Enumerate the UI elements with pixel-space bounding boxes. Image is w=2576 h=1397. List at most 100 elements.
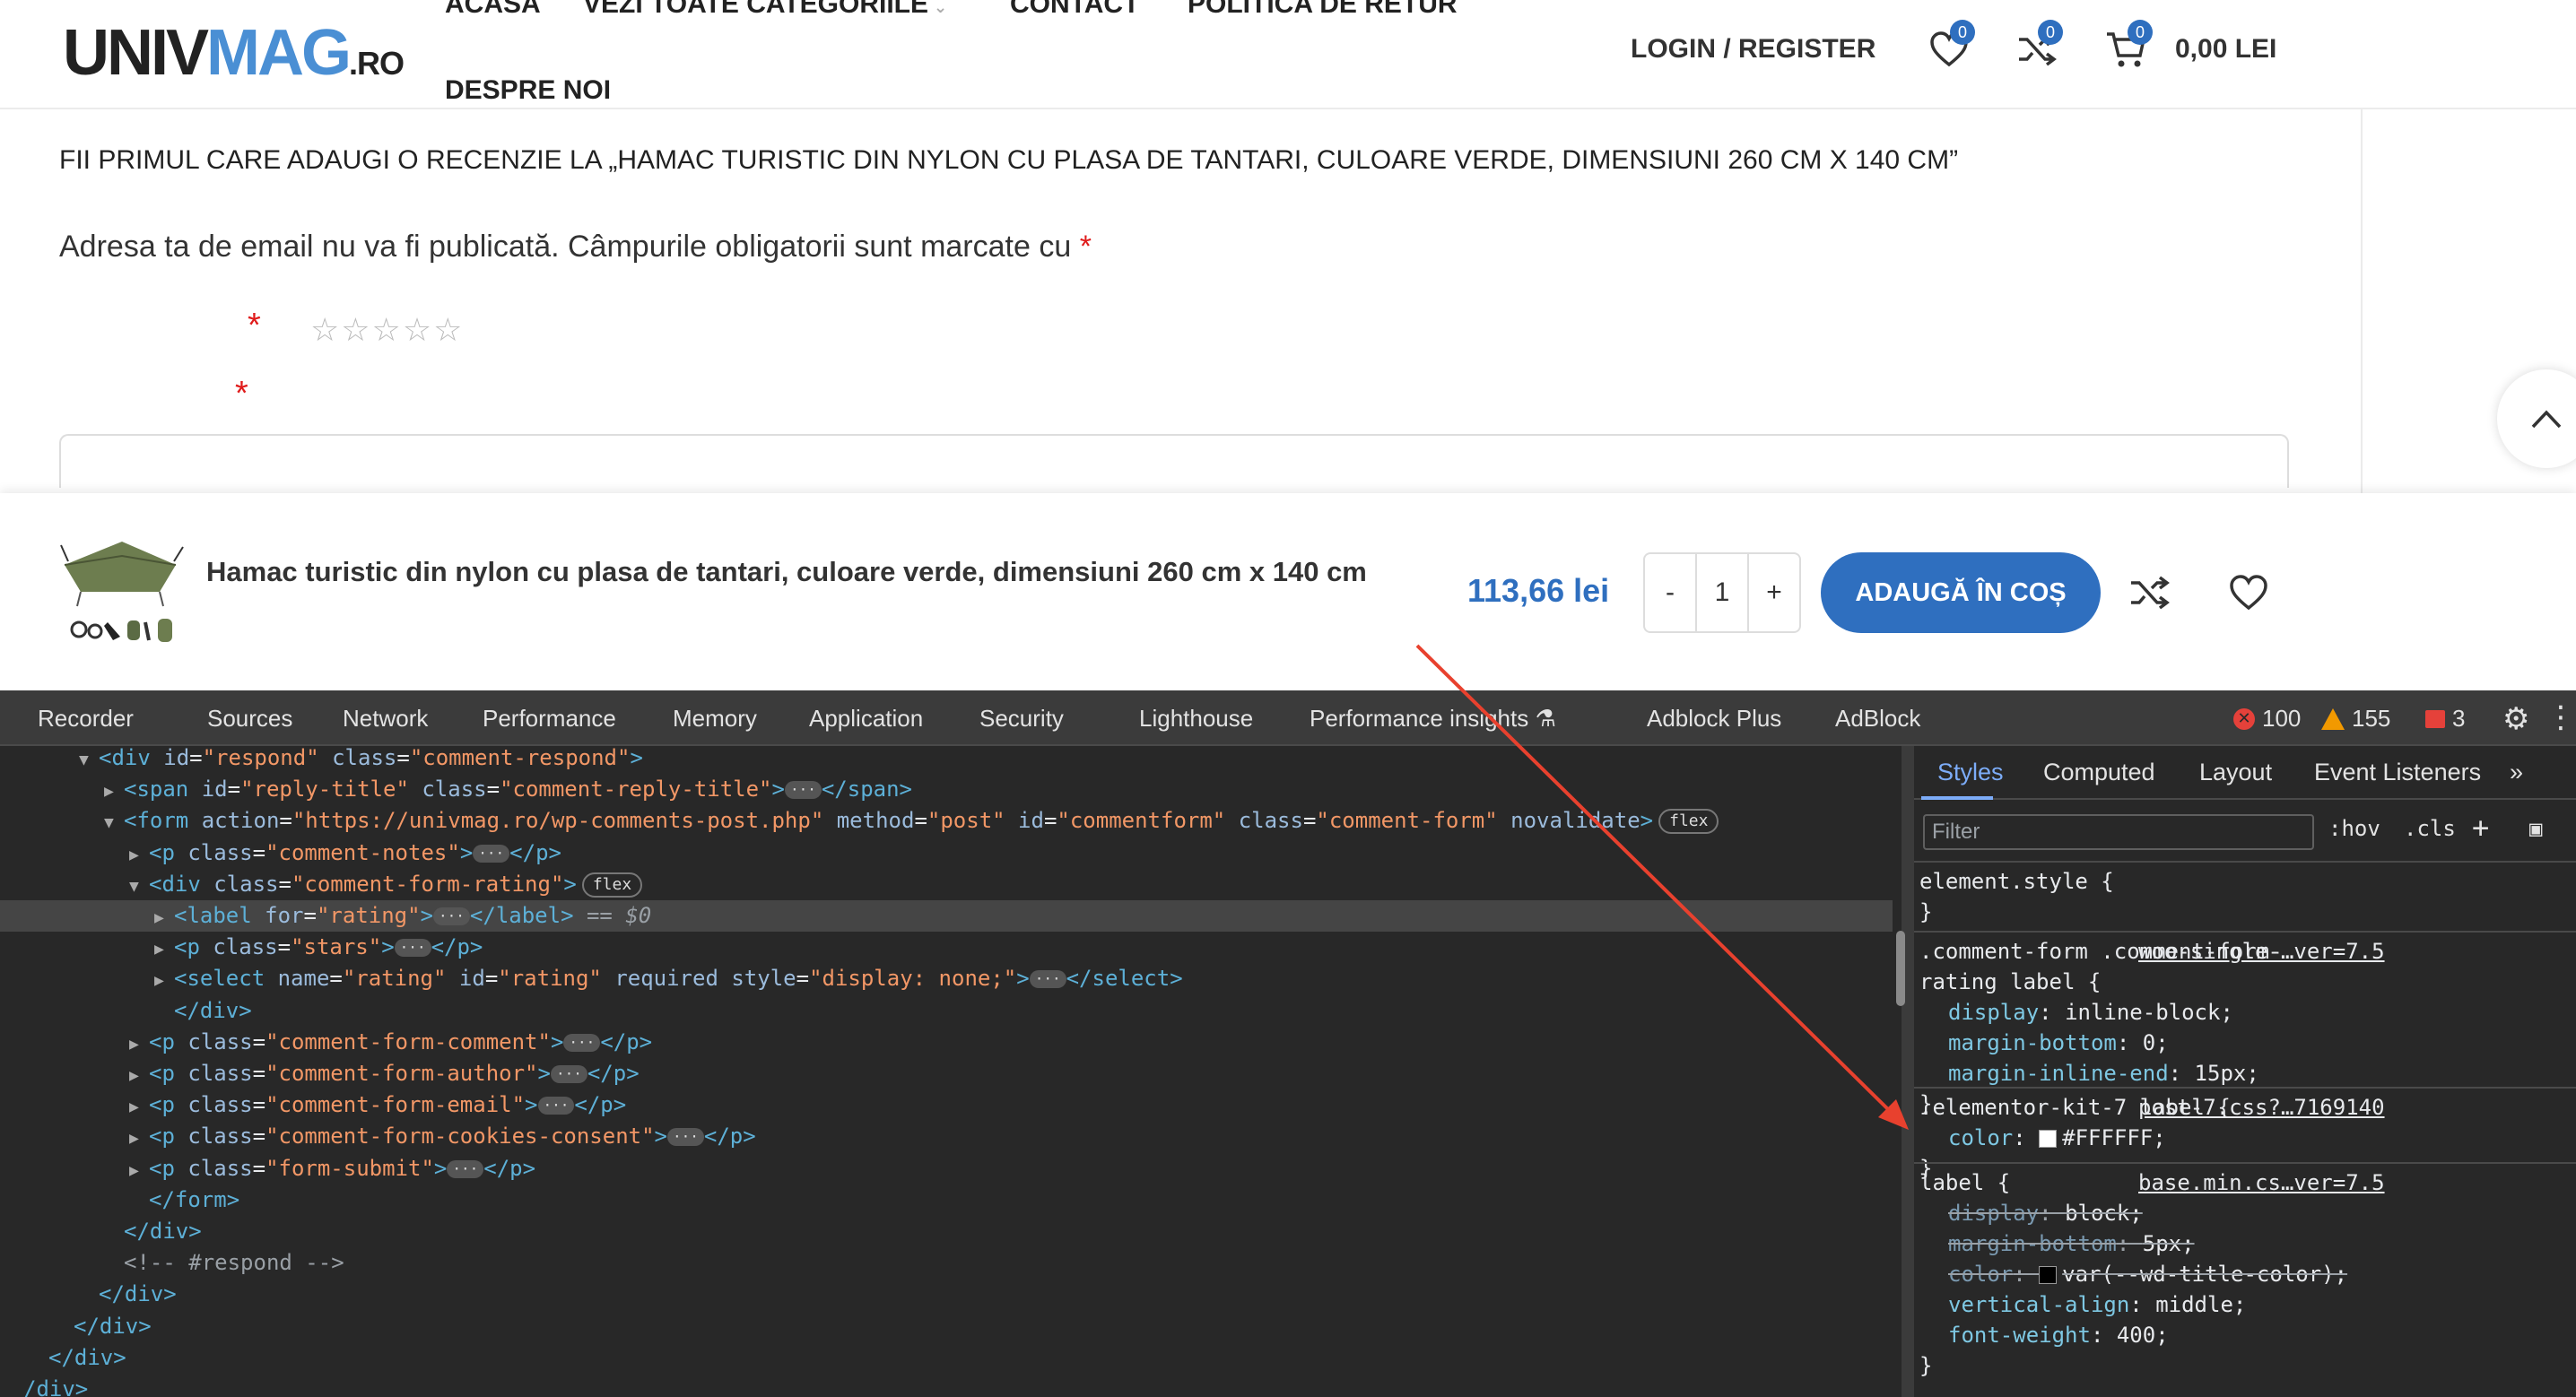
- wishlist-count-badge: 0: [1950, 20, 1975, 45]
- css-property[interactable]: vertical-align: middle;: [1948, 1291, 2246, 1319]
- tab-application[interactable]: Application: [809, 705, 923, 733]
- site-logo[interactable]: UNIV MAG .RO: [63, 16, 405, 89]
- devtools-tabbar: Recorder Sources Network Performance Mem…: [0, 690, 2576, 746]
- tab-adblock-plus[interactable]: Adblock Plus: [1647, 705, 1781, 733]
- site-header: UNIV MAG .RO ACASA VEZI TOATE CATEGORIILE ⌄…: [0, 0, 2576, 109]
- nav-despre-noi[interactable]: DESPRE NOI: [445, 75, 611, 106]
- more-tabs-icon[interactable]: »: [2510, 759, 2523, 786]
- css-rule[interactable]: label { base.min.cs…ver=7.5 display: block…: [1914, 1162, 2576, 1378]
- rating-stars[interactable]: ☆☆☆☆☆: [310, 311, 464, 349]
- cart-total[interactable]: 0,00 LEI: [2175, 34, 2276, 65]
- dom-node[interactable]: /div>: [0, 1374, 1893, 1397]
- sticky-compare-button[interactable]: [2128, 570, 2172, 615]
- tab-computed[interactable]: Computed: [2043, 759, 2155, 786]
- login-register-link[interactable]: LOGIN / REGISTER: [1631, 34, 1875, 65]
- styles-filter-input[interactable]: Filter: [1923, 814, 2314, 850]
- new-rule-icon[interactable]: +: [2472, 811, 2489, 845]
- cls-toggle[interactable]: .cls: [2404, 816, 2456, 841]
- css-rule-close[interactable]: }: [1919, 898, 1932, 926]
- dom-node[interactable]: </div>: [0, 1342, 1893, 1374]
- flask-icon: ⚗: [1535, 705, 1556, 732]
- color-swatch[interactable]: [2039, 1130, 2058, 1148]
- tab-lighthouse[interactable]: Lighthouse: [1139, 705, 1253, 733]
- nav-contact[interactable]: CONTACT: [1010, 0, 1139, 20]
- css-selector-cont[interactable]: rating label {: [1919, 968, 2101, 996]
- css-property[interactable]: font-weight: 400;: [1948, 1322, 2169, 1349]
- css-rule[interactable]: .elementor-kit-7 label {post-7.css?…7169…: [1914, 1087, 2576, 1181]
- dom-node[interactable]: </div>: [0, 1279, 1893, 1310]
- tab-performance-insights[interactable]: Performance insights ⚗: [1310, 705, 1556, 733]
- dom-node[interactable]: ▼ <div id="respond" class="comment-respon…: [0, 746, 1893, 774]
- tab-adblock[interactable]: AdBlock: [1835, 705, 1920, 733]
- more-vertical-icon[interactable]: ⋮: [2546, 699, 2576, 735]
- cart-button[interactable]: 0: [2104, 20, 2153, 72]
- issues-count[interactable]: 3: [2425, 705, 2465, 733]
- dom-node[interactable]: ▶ <p class="comment-notes"> ··· </p>: [0, 837, 1893, 869]
- nav-categorii[interactable]: VEZI TOATE CATEGORIILE ⌄: [583, 0, 947, 20]
- css-rule[interactable]: .comment-form .comment-form-woo-single-……: [1914, 931, 2576, 1116]
- nav-acasa[interactable]: ACASA: [445, 0, 541, 20]
- qty-increase-button[interactable]: +: [1749, 577, 1799, 608]
- css-selector[interactable]: element.style {: [1919, 868, 2114, 896]
- css-property[interactable]: margin-bottom: 0;: [1948, 1029, 2169, 1057]
- dom-node[interactable]: ▶ <p class="comment-form-cookies-consent"…: [0, 1121, 1893, 1152]
- css-property[interactable]: display: inline-block;: [1948, 999, 2233, 1027]
- dom-node[interactable]: </div>: [0, 1216, 1893, 1247]
- dom-node[interactable]: </div>: [0, 995, 1893, 1027]
- hov-toggle[interactable]: :hov: [2328, 816, 2380, 841]
- qty-input[interactable]: 1: [1695, 554, 1749, 631]
- tab-recorder[interactable]: Recorder: [38, 705, 134, 733]
- css-source-link[interactable]: post-7.css?…7169140: [2138, 1094, 2385, 1122]
- error-count[interactable]: ✕ 100: [2233, 705, 2301, 733]
- sticky-product-name: Hamac turistic din nylon cu plasa de tan…: [206, 556, 1367, 587]
- css-source-link[interactable]: base.min.cs…ver=7.5: [2138, 1169, 2385, 1197]
- color-swatch[interactable]: [2039, 1266, 2058, 1284]
- compare-button[interactable]: 0: [2015, 20, 2063, 72]
- dom-node[interactable]: ▶ <select name="rating" id="rating" requi…: [0, 963, 1893, 994]
- dom-node[interactable]: ▶ <p class="comment-form-email"> ··· </p>: [0, 1089, 1893, 1121]
- dom-node[interactable]: ▶ <p class="comment-form-author"> ··· </p>: [0, 1058, 1893, 1089]
- dom-node-selected[interactable]: ▶ <label for="rating"> ··· </label> == $0: [0, 900, 1893, 932]
- review-heading: FII PRIMUL CARE ADAUGI O RECENZIE LA „HA…: [59, 145, 1959, 175]
- dom-node[interactable]: ▶ <p class="stars"> ··· </p>: [0, 932, 1893, 963]
- css-selector[interactable]: label {: [1919, 1169, 2010, 1197]
- sticky-wishlist-button[interactable]: [2226, 570, 2271, 615]
- tab-memory[interactable]: Memory: [673, 705, 757, 733]
- dom-node[interactable]: </div>: [0, 1311, 1893, 1342]
- dom-node[interactable]: ▼ <div class="comment-form-rating"> flex: [0, 869, 1893, 900]
- tab-layout[interactable]: Layout: [2199, 759, 2272, 786]
- css-source-link[interactable]: woo-single-…ver=7.5: [2138, 938, 2385, 966]
- tab-security[interactable]: Security: [979, 705, 1064, 733]
- qty-decrease-button[interactable]: -: [1645, 577, 1695, 608]
- dom-node[interactable]: ▶ <span id="reply-title" class="comment-r…: [0, 774, 1893, 805]
- wishlist-button[interactable]: 0: [1927, 20, 1975, 72]
- css-property[interactable]: display: block;: [1948, 1200, 2143, 1228]
- tab-performance[interactable]: Performance: [483, 705, 616, 733]
- elements-scrollbar[interactable]: [1896, 931, 1905, 1006]
- tab-sources[interactable]: Sources: [207, 705, 292, 733]
- gear-icon[interactable]: ⚙: [2502, 701, 2529, 737]
- dom-node[interactable]: </form>: [0, 1184, 1893, 1216]
- paint-icon[interactable]: ▣: [2529, 816, 2542, 841]
- comment-textarea[interactable]: [59, 434, 2289, 488]
- css-property[interactable]: margin-inline-end: 15px;: [1948, 1060, 2259, 1088]
- dom-node[interactable]: ▶ <p class="form-submit"> ··· </p>: [0, 1153, 1893, 1184]
- scroll-to-top-button[interactable]: [2497, 369, 2576, 468]
- nav-politica-retur[interactable]: POLITICA DE RETUR: [1188, 0, 1458, 20]
- dom-node[interactable]: <!-- #respond -->: [0, 1247, 1893, 1279]
- tab-event-listeners[interactable]: Event Listeners: [2314, 759, 2481, 786]
- product-thumbnail[interactable]: [59, 529, 185, 655]
- css-property[interactable]: color: var(--wd-title-color);: [1948, 1261, 2347, 1289]
- css-rule[interactable]: element.style {}: [1914, 861, 2576, 924]
- warning-count[interactable]: 155: [2321, 705, 2390, 733]
- css-property[interactable]: color: #FFFFFF;: [1948, 1124, 2166, 1152]
- dom-node[interactable]: ▶ <p class="comment-form-comment"> ··· </p>: [0, 1027, 1893, 1058]
- tab-network[interactable]: Network: [343, 705, 428, 733]
- css-rule-close[interactable]: }: [1919, 1352, 1932, 1380]
- css-property[interactable]: margin-bottom: 5px;: [1948, 1230, 2195, 1258]
- panel-splitter[interactable]: [1902, 746, 1914, 1397]
- add-to-cart-button[interactable]: ADAUGĂ ÎN COȘ: [1821, 552, 2101, 633]
- tab-styles[interactable]: Styles: [1937, 759, 2004, 786]
- dom-node[interactable]: ▼ <form action="https://univmag.ro/wp-com…: [0, 805, 1893, 837]
- elements-dom-tree[interactable]: ▼ <div id="respond" class="comment-respon…: [0, 746, 1902, 1397]
